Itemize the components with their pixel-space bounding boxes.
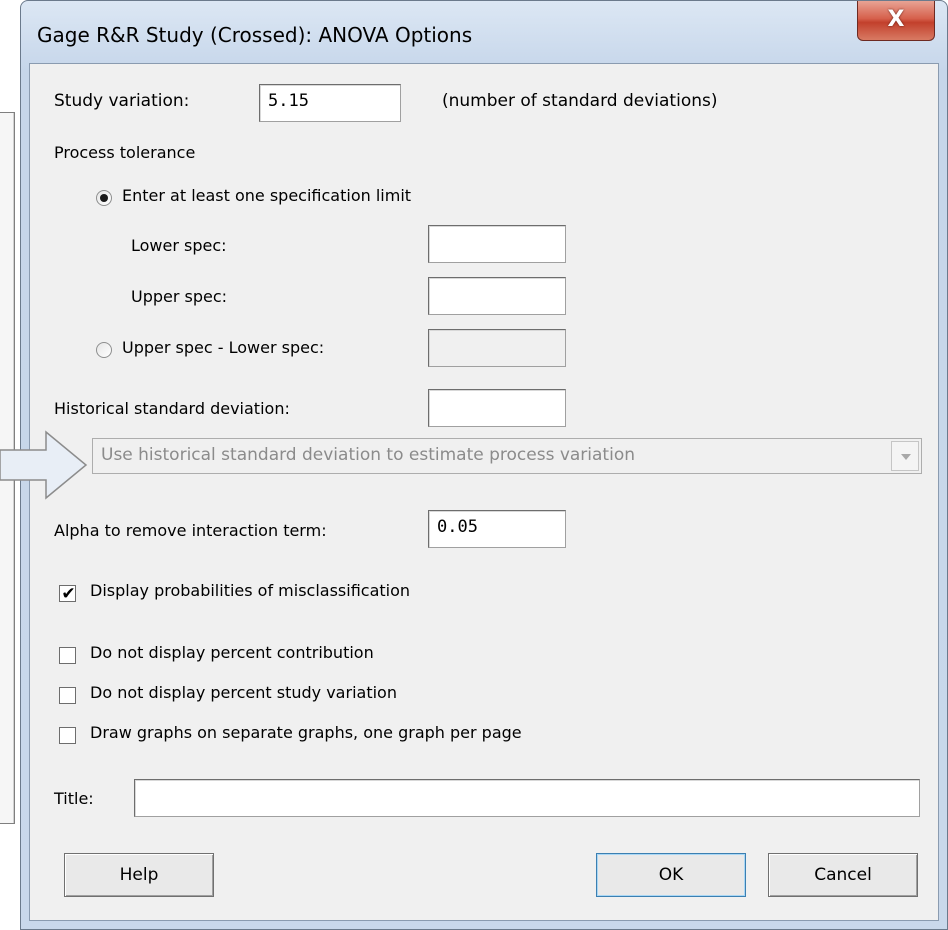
checkbox-misclassification[interactable]: ✔	[59, 584, 76, 604]
cancel-button[interactable]: Cancel	[768, 853, 918, 897]
dropdown-button	[891, 441, 919, 471]
checkbox-separate-graphs-label[interactable]: Draw graphs on separate graphs, one grap…	[90, 723, 522, 742]
title-label: Title:	[54, 789, 94, 808]
radio-spec-limit-label[interactable]: Enter at least one specification limit	[122, 186, 411, 205]
dialog-body: Study variation: 5.15 (number of standar…	[29, 63, 939, 921]
radio-spec-range-label[interactable]: Upper spec - Lower spec:	[122, 338, 324, 357]
arrow-right-icon	[0, 430, 88, 500]
checkbox-no-percent-contribution[interactable]	[59, 647, 76, 664]
upper-spec-input[interactable]	[428, 277, 566, 315]
spec-range-input	[428, 329, 566, 367]
help-button[interactable]: Help	[64, 853, 214, 897]
historical-sd-label: Historical standard deviation:	[54, 399, 290, 418]
radio-spec-limit[interactable]	[96, 190, 112, 206]
chevron-down-icon	[901, 454, 911, 460]
alpha-label: Alpha to remove interaction term:	[54, 521, 327, 540]
study-variation-note: (number of standard deviations)	[442, 91, 718, 111]
checkbox-no-percent-study-variation[interactable]	[59, 687, 76, 704]
lower-spec-input[interactable]	[428, 225, 566, 263]
radio-spec-range[interactable]	[96, 342, 112, 358]
checkbox-no-percent-contribution-label[interactable]: Do not display percent contribution	[90, 643, 374, 662]
lower-spec-label: Lower spec:	[131, 236, 227, 255]
radio-selected-dot	[100, 194, 108, 202]
checkbox-misclassification-label[interactable]: Display probabilities of misclassificati…	[90, 581, 410, 600]
anova-options-dialog: Gage R&R Study (Crossed): ANOVA Options …	[20, 0, 948, 930]
title-input[interactable]	[134, 779, 920, 817]
checkbox-no-percent-study-variation-label[interactable]: Do not display percent study variation	[90, 683, 397, 702]
checkmark-icon: ✔	[61, 584, 76, 604]
title-bar[interactable]: Gage R&R Study (Crossed): ANOVA Options …	[21, 1, 947, 63]
ok-button[interactable]: OK	[596, 853, 746, 897]
study-variation-input[interactable]: 5.15	[259, 84, 401, 122]
close-button[interactable]: X	[857, 1, 935, 41]
study-variation-label: Study variation:	[54, 91, 190, 111]
close-icon: X	[887, 7, 905, 32]
historical-sd-input[interactable]	[428, 389, 566, 427]
upper-spec-label: Upper spec:	[131, 287, 228, 306]
historical-sd-usage-value: Use historical standard deviation to est…	[101, 445, 635, 465]
checkbox-separate-graphs[interactable]	[59, 727, 76, 744]
historical-sd-usage-select: Use historical standard deviation to est…	[92, 438, 922, 474]
process-tolerance-heading: Process tolerance	[54, 143, 196, 162]
dialog-title: Gage R&R Study (Crossed): ANOVA Options	[37, 23, 473, 47]
alpha-input[interactable]: 0.05	[428, 510, 566, 548]
